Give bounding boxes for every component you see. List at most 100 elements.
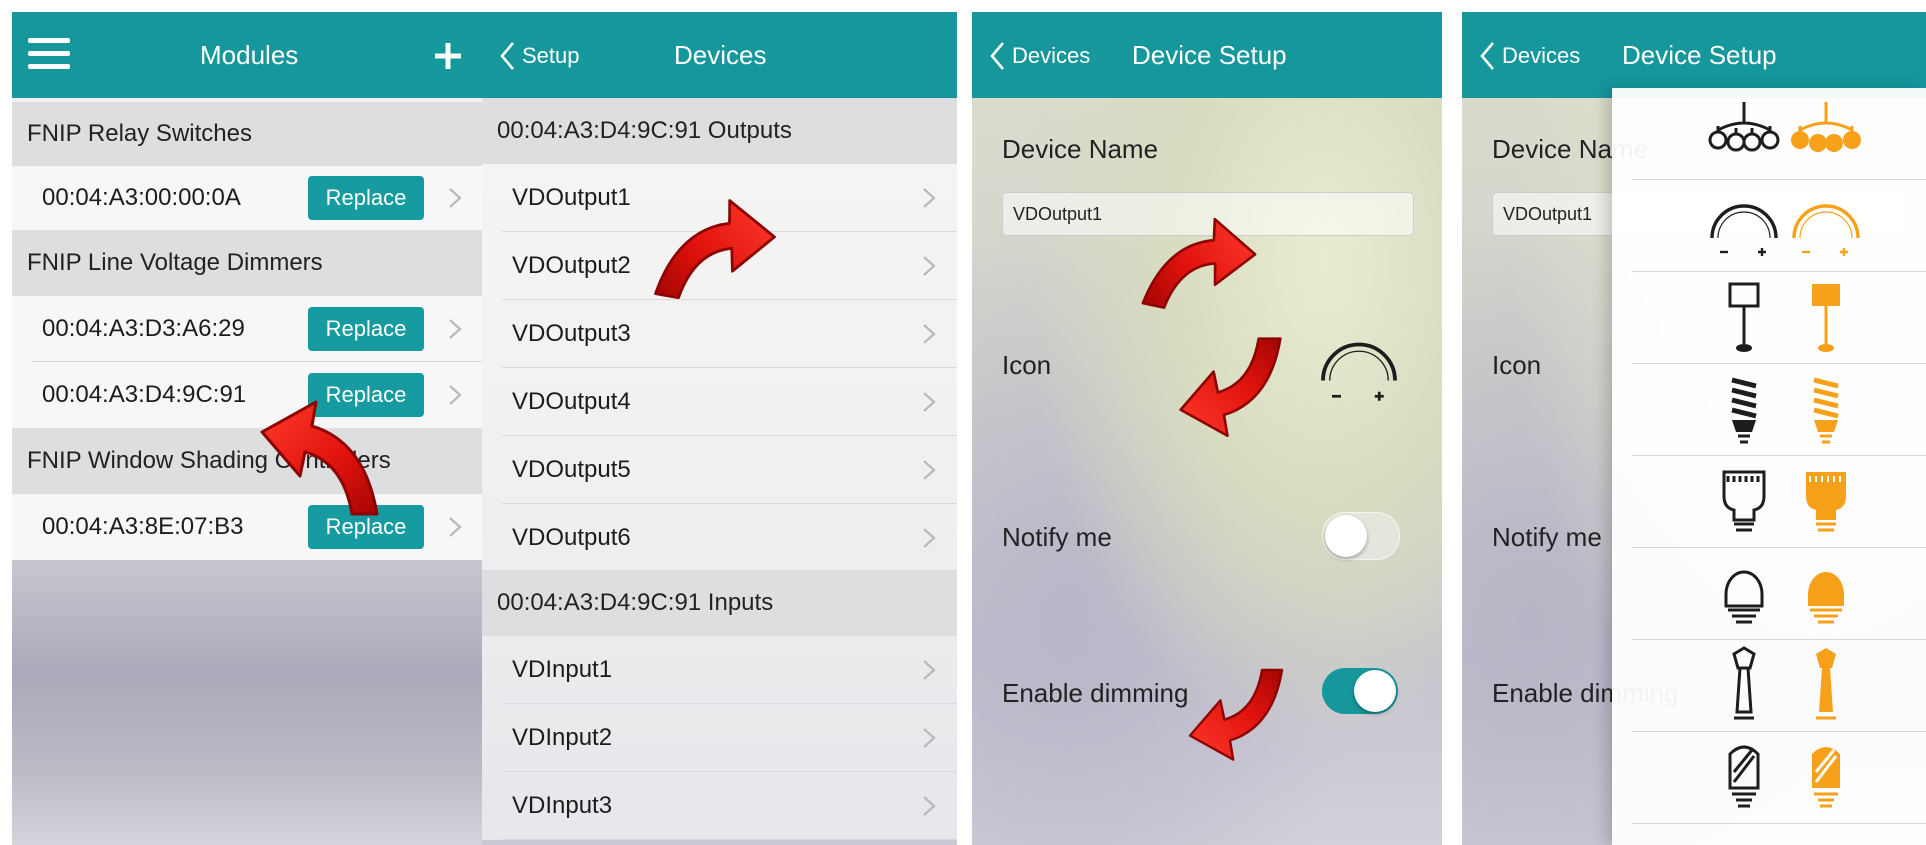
chevron-right-icon [448, 187, 462, 209]
red-arrow-icon [1182, 662, 1302, 782]
icon-label: Icon [1492, 350, 1542, 380]
navigation-bar: Modules [12, 12, 482, 98]
red-arrow-icon [631, 161, 793, 323]
tube-bulb-selected-icon[interactable] [1786, 738, 1866, 818]
device-setup-screen: Devices Device Setup Device Name VDOutpu… [972, 12, 1442, 845]
lamp-post-icon[interactable] [1704, 646, 1784, 726]
section-header: FNIP Relay Switches [12, 102, 482, 166]
device-label: VDInput2 [512, 724, 613, 751]
module-address: 00:04:A3:00:00:0A [42, 184, 241, 211]
icon-label: Icon [1002, 350, 1052, 380]
device-row[interactable]: VDInput3 [482, 772, 957, 840]
hamburger-menu-icon[interactable] [28, 34, 72, 74]
notify-label: Notify me [1492, 522, 1602, 552]
chevron-left-icon [500, 42, 514, 70]
module-row[interactable]: 00:04:A3:D3:A6:29 Replace [12, 296, 482, 362]
red-arrow-icon [1172, 330, 1302, 460]
module-row[interactable]: 00:04:A3:00:00:0A Replace [12, 166, 482, 230]
icon-option-row[interactable] [1612, 272, 1926, 364]
dimmer-arc-selected-icon[interactable] [1786, 186, 1866, 266]
red-arrow-icon [252, 374, 402, 524]
page-title: Modules [200, 40, 299, 70]
section-header: FNIP Line Voltage Dimmers [12, 230, 482, 296]
chevron-left-icon [1480, 42, 1494, 70]
device-row[interactable]: VDInput1 [482, 636, 957, 704]
device-label: VDOutput5 [512, 456, 631, 483]
section-title: FNIP Line Voltage Dimmers [27, 249, 323, 276]
chevron-right-icon [448, 384, 462, 406]
enable-dimming-toggle[interactable] [1322, 668, 1398, 714]
cfl-bulb-icon[interactable] [1704, 370, 1784, 450]
modules-screen: Modules FNIP Relay Switches 00:04:A3:00:… [12, 12, 482, 845]
navigation-bar: Setup Devices [482, 12, 957, 98]
halogen-bulb-selected-icon[interactable] [1786, 554, 1866, 634]
icon-option-row[interactable] [1612, 732, 1926, 824]
icon-option-row[interactable] [1612, 364, 1926, 456]
notify-label: Notify me [1002, 522, 1112, 552]
device-row[interactable]: VDOutput5 [482, 436, 957, 504]
icon-option-row[interactable] [1612, 88, 1926, 180]
chevron-right-icon [922, 255, 936, 277]
section-header: 00:04:A3:D4:9C:91 Inputs [482, 570, 957, 636]
device-label: VDOutput6 [512, 524, 631, 551]
chevron-left-icon [990, 42, 1004, 70]
dimmer-arc-icon[interactable] [1314, 322, 1404, 412]
page-title: Device Setup [1622, 40, 1777, 70]
icon-option-row[interactable] [1612, 180, 1926, 272]
navigation-bar: Devices Device Setup [972, 12, 1442, 98]
icon-picker-panel [1612, 88, 1926, 845]
chevron-right-icon [922, 323, 936, 345]
device-label: VDOutput2 [512, 252, 631, 279]
tube-bulb-icon[interactable] [1704, 738, 1784, 818]
icon-option-row[interactable] [1612, 640, 1926, 732]
module-row[interactable]: 00:04:A3:8E:07:B3 Replace [12, 494, 482, 560]
chevron-right-icon [922, 727, 936, 749]
lamp-post-selected-icon[interactable] [1786, 646, 1866, 726]
floor-lamp-selected-icon[interactable] [1786, 278, 1866, 358]
devices-screen: Setup Devices 00:04:A3:D4:9C:91 Outputs … [482, 12, 957, 845]
chevron-right-icon [922, 187, 936, 209]
floor-lamp-icon[interactable] [1704, 278, 1784, 358]
icon-option-row[interactable] [1612, 456, 1926, 548]
chandelier-selected-icon[interactable] [1786, 94, 1866, 174]
device-label: VDOutput1 [512, 184, 631, 211]
page-title: Devices [674, 40, 767, 70]
notify-toggle[interactable] [1322, 512, 1400, 560]
halogen-bulb-icon[interactable] [1704, 554, 1784, 634]
device-label: VDInput3 [512, 792, 613, 819]
plus-icon[interactable] [432, 40, 464, 72]
device-row[interactable]: VDOutput6 [482, 504, 957, 572]
back-button[interactable]: Devices [988, 40, 1090, 72]
device-name-label: Device Name [1002, 134, 1159, 164]
led-bulb-selected-icon[interactable] [1786, 462, 1866, 542]
device-row[interactable]: VDOutput4 [482, 368, 957, 436]
dimmer-arc-icon[interactable] [1704, 186, 1784, 266]
chevron-right-icon [448, 318, 462, 340]
icon-option-row[interactable] [1612, 548, 1926, 640]
navigation-bar: Devices Device Setup [1462, 12, 1926, 98]
section-header: FNIP Window Shading Controllers [12, 428, 482, 494]
blurred-background [12, 560, 482, 845]
module-address: 00:04:A3:D4:9C:91 [42, 381, 247, 408]
device-row[interactable]: VDInput2 [482, 704, 957, 772]
chevron-right-icon [922, 795, 936, 817]
replace-button[interactable]: Replace [308, 176, 424, 220]
back-button[interactable]: Setup [498, 40, 580, 72]
section-title: FNIP Relay Switches [27, 120, 252, 147]
device-label: VDOutput3 [512, 320, 631, 347]
cfl-bulb-selected-icon[interactable] [1786, 370, 1866, 450]
chevron-right-icon [922, 459, 936, 481]
back-label: Devices [1502, 43, 1581, 68]
replace-button[interactable]: Replace [308, 307, 424, 351]
back-button[interactable]: Devices [1478, 40, 1580, 72]
chevron-right-icon [922, 659, 936, 681]
module-address: 00:04:A3:8E:07:B3 [42, 513, 244, 540]
back-label: Devices [1012, 43, 1091, 68]
chevron-right-icon [448, 516, 462, 538]
section-header: 00:04:A3:D4:9C:91 Outputs [482, 98, 957, 164]
enable-dimming-label: Enable dimming [1002, 678, 1189, 708]
led-bulb-icon[interactable] [1704, 462, 1784, 542]
module-row[interactable]: 00:04:A3:D4:9C:91 Replace [12, 362, 482, 428]
device-label: VDOutput4 [512, 388, 631, 415]
chandelier-icon[interactable] [1704, 94, 1784, 174]
